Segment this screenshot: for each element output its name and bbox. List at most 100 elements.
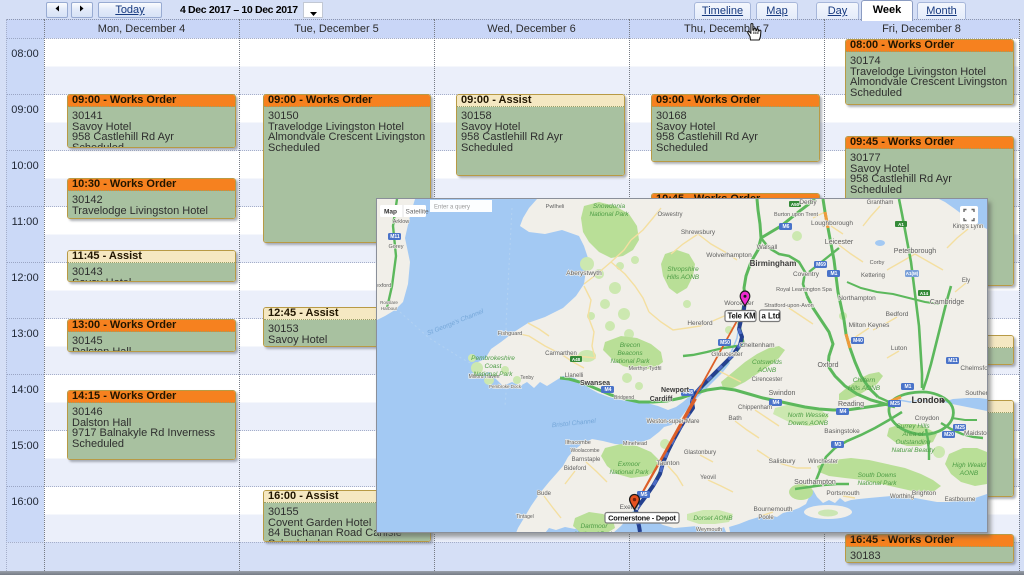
svg-text:Enter a query: Enter a query [434,205,470,211]
svg-text:South Downs: South Downs [858,472,897,479]
svg-text:Eastbourne: Eastbourne [945,497,976,503]
svg-text:M50: M50 [720,340,730,346]
svg-text:Tenby: Tenby [520,375,534,381]
svg-text:Oxford: Oxford [817,362,838,369]
svg-text:Poole: Poole [758,515,774,521]
svg-text:Swansea: Swansea [580,380,610,387]
svg-text:National Park: National Park [589,211,629,218]
svg-text:Bath: Bath [728,415,742,422]
svg-text:Dorset AONB: Dorset AONB [693,515,733,522]
svg-text:Hereford: Hereford [687,320,713,327]
svg-text:Tintagel: Tintagel [516,514,534,520]
svg-text:King's Lynn: King's Lynn [953,224,984,230]
svg-text:Croydon: Croydon [915,415,940,422]
svg-text:Birmingham: Birmingham [750,259,797,268]
svg-text:a Ltd: a Ltd [762,312,781,321]
svg-text:M69: M69 [816,262,826,268]
svg-text:Beacons: Beacons [617,350,643,357]
svg-text:Fishguard: Fishguard [498,331,522,337]
svg-text:Winchester: Winchester [808,459,838,465]
svg-text:Bournemouth: Bournemouth [753,506,792,513]
svg-text:Downs AONB: Downs AONB [788,420,829,427]
svg-text:Rosslare: Rosslare [380,300,398,305]
svg-text:Leicester: Leicester [825,239,854,246]
svg-text:Oswestry: Oswestry [657,212,682,218]
svg-text:Harbour: Harbour [381,306,398,311]
svg-text:Coast: Coast [485,363,503,370]
svg-text:Merthyr Tydfil: Merthyr Tydfil [629,366,662,372]
svg-text:AONB: AONB [757,367,777,374]
svg-text:Arklow: Arklow [393,219,410,225]
svg-text:Gloucester: Gloucester [711,351,743,358]
svg-text:Chiltern: Chiltern [853,377,876,384]
svg-text:Cirencester: Cirencester [752,377,783,383]
svg-text:National Park: National Park [609,469,649,476]
svg-text:Satellite: Satellite [406,209,430,216]
svg-text:Bedford: Bedford [886,311,909,318]
svg-text:Snowdonia: Snowdonia [593,203,626,210]
svg-text:Salisbury: Salisbury [769,458,796,465]
svg-text:Royal Leamington Spa: Royal Leamington Spa [776,287,833,293]
svg-text:M20: M20 [944,432,954,438]
svg-text:Worcester: Worcester [724,300,754,307]
svg-text:National Park: National Park [473,371,513,378]
svg-text:London: London [912,395,945,405]
svg-text:Dartmoor: Dartmoor [580,523,608,530]
svg-text:Natural Beauty: Natural Beauty [892,447,936,454]
svg-text:Northampton: Northampton [838,295,876,302]
svg-text:Hills AONB: Hills AONB [667,274,700,281]
svg-text:Pembroke Dock: Pembroke Dock [489,384,522,389]
svg-text:Brighton: Brighton [912,490,937,497]
svg-text:M6: M6 [783,224,790,230]
svg-text:Carmarthen: Carmarthen [545,351,577,357]
svg-text:AONB: AONB [959,470,979,477]
svg-text:Reading: Reading [838,401,864,408]
svg-text:M4: M4 [773,400,780,406]
svg-text:Ilfracombe: Ilfracombe [565,440,591,446]
svg-text:Stratford-upon-Avon: Stratford-upon-Avon [764,303,813,309]
svg-text:Southampton: Southampton [794,479,836,486]
svg-text:Southend: Southend [965,390,987,397]
svg-text:Maidstone: Maidstone [964,430,987,437]
svg-text:M5: M5 [641,492,648,498]
svg-text:Woolacombe: Woolacombe [570,448,599,454]
svg-text:Shropshire: Shropshire [667,266,699,273]
svg-text:Milton Keynes: Milton Keynes [849,322,891,329]
svg-text:Chelmsford: Chelmsford [960,365,987,372]
svg-text:A14: A14 [920,291,929,296]
svg-text:M1: M1 [831,271,838,277]
svg-text:Llanelli: Llanelli [565,373,584,379]
svg-text:Minehead: Minehead [623,441,647,447]
svg-text:Walsall: Walsall [757,244,778,251]
svg-text:M11: M11 [390,234,400,240]
svg-text:Tele KM: Tele KM [728,312,756,321]
svg-text:Area of: Area of [902,431,925,438]
svg-text:Grantham: Grantham [867,200,894,206]
svg-text:M40: M40 [853,338,863,344]
svg-text:Kettering: Kettering [861,273,885,279]
svg-text:Glastonbury: Glastonbury [684,450,716,456]
svg-text:Luton: Luton [891,345,908,352]
svg-text:Taunton: Taunton [656,460,680,467]
svg-text:High Weald: High Weald [952,462,986,469]
svg-text:M4: M4 [840,409,847,415]
svg-text:M3: M3 [835,442,842,448]
svg-text:Outstanding: Outstanding [895,439,930,446]
svg-text:Hills AONB: Hills AONB [848,385,881,392]
svg-text:Chippenham: Chippenham [738,405,772,411]
svg-text:Bude: Bude [537,491,552,497]
svg-text:Bridgend: Bridgend [614,395,634,401]
svg-text:National Park: National Park [574,531,614,532]
svg-text:Ely: Ely [962,278,970,284]
svg-text:Shrewsbury: Shrewsbury [681,229,716,236]
svg-text:Newport: Newport [661,387,690,394]
svg-text:M25: M25 [890,401,900,407]
svg-text:Derby: Derby [799,199,817,206]
svg-text:Pembrokeshire: Pembrokeshire [471,355,515,362]
svg-text:Cheltenham: Cheltenham [739,342,774,349]
svg-text:A1(M): A1(M) [906,271,919,276]
svg-text:Bideford: Bideford [564,466,586,472]
svg-text:Weston-super-Mare: Weston-super-Mare [647,419,701,425]
svg-text:Portsmouth: Portsmouth [826,490,860,497]
svg-text:A48: A48 [572,357,581,362]
